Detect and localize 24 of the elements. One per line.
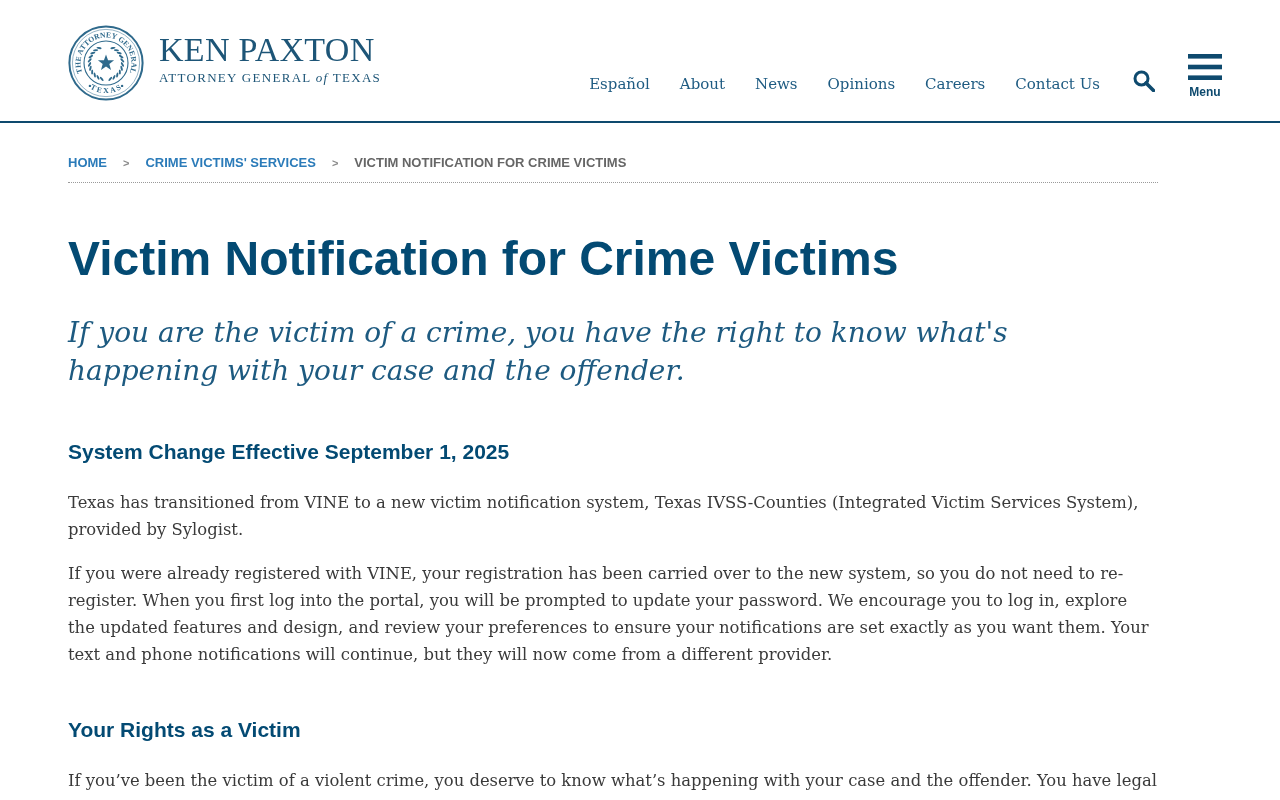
section-heading: Your Rights as a Victim bbox=[68, 717, 302, 742]
menu-icon bbox=[1188, 54, 1222, 80]
breadcrumb-link[interactable]: HOME bbox=[68, 155, 107, 171]
breadcrumb-separator: > bbox=[331, 156, 339, 171]
section-heading: System Change Effective September 1, 2025 bbox=[68, 439, 511, 464]
nav-link[interactable]: About bbox=[679, 74, 725, 94]
menu-button[interactable]: Menu bbox=[1188, 54, 1222, 98]
nav-link[interactable]: Español bbox=[589, 74, 650, 94]
breadcrumb-current: VICTIM NOTIFICATION FOR CRIME VICTIMS bbox=[354, 155, 627, 171]
lead-text: If you are the victim of a crime, you have the right to know what's happening with your case and the offender. bbox=[68, 315, 1009, 389]
page-title: Victim Notification for Crime Victims bbox=[68, 232, 900, 285]
site-tagline: ATTORNEY GENERAL of TEXAS bbox=[159, 70, 382, 86]
search-button[interactable] bbox=[1133, 70, 1155, 92]
nav-link[interactable]: Careers bbox=[925, 74, 986, 94]
nav-link[interactable]: News bbox=[755, 74, 798, 94]
site-name: KEN PAXTON bbox=[159, 33, 376, 67]
nav-link[interactable]: Opinions bbox=[827, 74, 896, 94]
nav-link[interactable]: Contact Us bbox=[1015, 74, 1100, 94]
body-paragraph: If you were already registered with VINE, your registration has been carried over to the new system, so you do not need to re-register. When you first log into the portal, you will be prompted to update your password. We encourage you to log in, explore the updated features and design, and review your preferences to ensure your notifications are set exactly as you want them. Your text and phone notifications will continue, but they will now come from a different provider. bbox=[68, 563, 1150, 666]
body-paragraph: Texas has transitioned from VINE to a new victim notification system, Texas IVSS-Counties (Integrated Victim Services System), provided by Sylogist. bbox=[68, 492, 1140, 541]
breadcrumb-link[interactable]: CRIME VICTIMS' SERVICES bbox=[145, 155, 316, 171]
breadcrumb-separator: > bbox=[123, 156, 130, 171]
body-paragraph: If you’ve been the victim of a violent crime, you deserve to know what’s happening with your case and the offender. You have legal bbox=[68, 770, 1158, 792]
search-icon bbox=[1133, 70, 1155, 92]
